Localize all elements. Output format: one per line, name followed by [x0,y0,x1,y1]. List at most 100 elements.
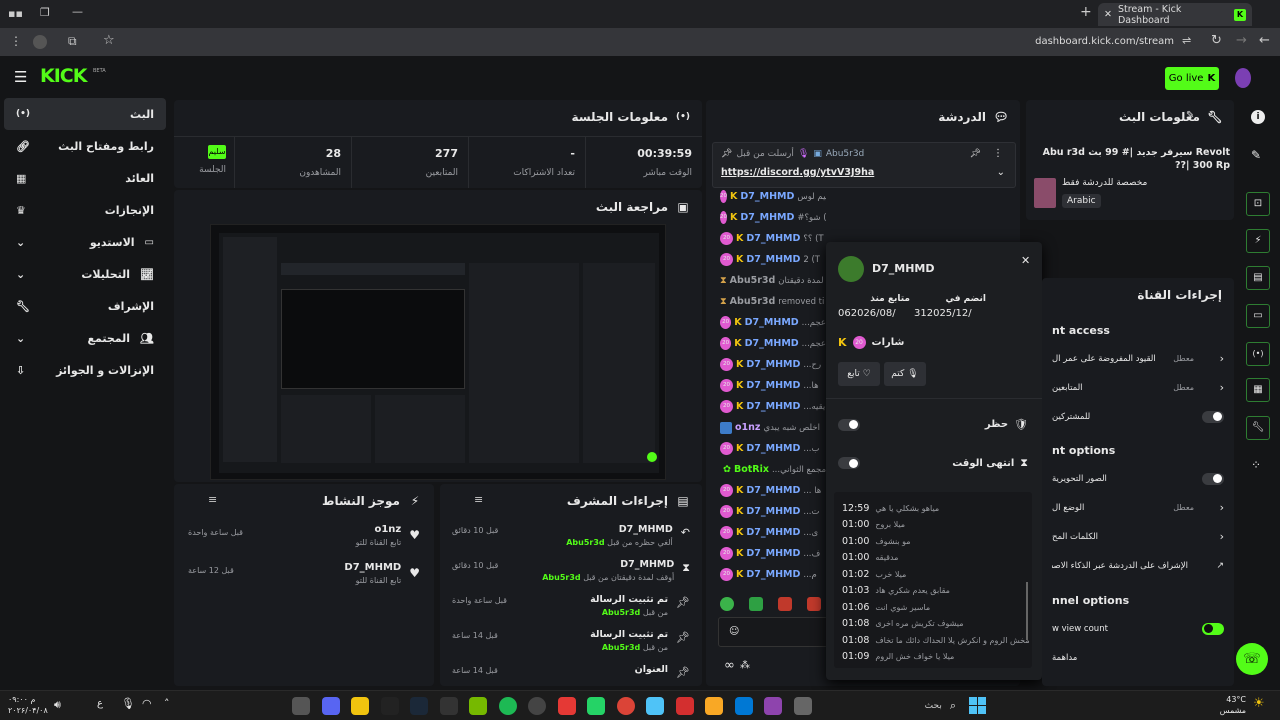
sidebar-item-moderation[interactable]: الإشراف 🔧︎ [4,290,166,322]
close-icon[interactable]: ✕ [1021,254,1030,267]
app-icon[interactable] [439,697,458,715]
chat-username[interactable]: D7_MHMD [745,317,799,328]
chevron-down-icon[interactable]: ⌄ [997,167,1005,178]
windows-start-icon[interactable] [969,697,986,714]
chevron-up-icon[interactable]: ˄ [164,697,170,710]
taskview-icon[interactable] [793,697,812,715]
channel-setting-row[interactable]: الصور التحويرية [1042,464,1234,493]
chat-username[interactable]: D7_MHMD [746,569,800,580]
nvidia-icon[interactable] [469,697,487,715]
kebab-icon[interactable]: ⋮ [10,34,22,48]
history-scrollbar[interactable] [1026,582,1028,640]
setting-toggle[interactable] [1202,622,1224,635]
chevron-right-icon[interactable]: › [1220,381,1224,394]
chat-username[interactable]: Abu5r3d [730,296,776,307]
channel-setting-row[interactable]: للمشتركين [1042,402,1234,431]
mod-action-by[interactable]: Abu5r3d [566,538,604,547]
sidebar-item-analytics[interactable]: 📈︎ التحليلات ⌄ [4,258,166,290]
more-icon[interactable]: ⁘ [1251,458,1261,472]
unpin-icon[interactable]: 📌︎ [970,149,981,159]
app-icon[interactable] [557,697,576,715]
mute-button[interactable]: كتم 🎙︎ [884,362,926,386]
copilot-icon[interactable] [764,697,782,715]
chat-message[interactable]: 20 K D7_MHMD ؟؟ (T [706,228,826,249]
app-icon[interactable] [675,697,694,715]
chat-username[interactable]: D7_MHMD [746,380,800,391]
chat-username[interactable]: D7_MHMD [740,212,794,223]
edit-icon[interactable]: ✎ [1186,110,1194,121]
hamburger-icon[interactable]: ☰ [14,68,27,86]
chat-username[interactable]: D7_MHMD [740,191,794,202]
emote-icon[interactable] [749,597,763,611]
chat-message[interactable]: ✿ BotRix ...مجمع الثواني [706,459,826,480]
chat-username[interactable]: D7_MHMD [746,401,800,412]
users-icon[interactable]: ⁂ [740,660,750,671]
chat-username[interactable]: D7_MHMD [746,359,800,370]
speaker-icon[interactable]: 🔊︎ [54,698,61,712]
chat-username[interactable]: BotRix [734,464,769,475]
app-icon[interactable] [292,697,310,715]
close-tab-icon[interactable]: ✕ [1104,9,1112,20]
chat-message[interactable]: 20 K D7_MHMD ...ف [706,543,826,564]
chat-input[interactable]: ☺ [718,617,828,647]
wifi-icon[interactable]: ◠ [142,697,152,710]
chevron-right-icon[interactable]: › [1220,352,1224,365]
chat-username[interactable]: D7_MHMD [746,548,800,559]
chat-message[interactable]: ⧗ Abu5r3d removed ti [706,291,826,312]
app-icon[interactable] [351,697,369,715]
chevron-right-icon[interactable]: › [1220,501,1224,514]
document-icon[interactable]: ▤ [1246,266,1270,290]
sidebar-item-revenue[interactable]: العائد ▦ [4,162,166,194]
chat-message[interactable]: 20KD7_MHMDياهدولا عليم لوس (Timed out) [706,186,826,207]
chat-message[interactable]: 20 K D7_MHMD ...يقيه [706,396,826,417]
forward-icon[interactable]: → [1236,33,1247,48]
bolt-icon[interactable]: ⚡︎ [1246,229,1270,253]
channel-setting-row[interactable]: القيود المفروضة على عمر ال معطل › [1042,344,1234,373]
chat-username[interactable]: D7_MHMD [746,527,800,538]
new-tab-button[interactable]: + [1080,4,1092,20]
app-icon[interactable] [646,697,664,715]
spotify-icon[interactable] [498,697,517,715]
wrench-icon[interactable]: 🔧︎ [1246,416,1270,440]
chevron-right-icon[interactable]: › [1220,530,1224,543]
external-link-icon[interactable]: ↗ [1216,561,1224,571]
taskbar-search[interactable]: بحث ⌕ [820,695,960,717]
chat-message[interactable]: ⧗Abu5r3dأوقف لمدة دقيقتان D7 [706,270,826,291]
setting-toggle[interactable] [1202,472,1224,485]
chat-username[interactable]: D7_MHMD [746,443,800,454]
chat-message[interactable]: 20 K D7_MHMD ...عجم [706,333,826,354]
chat-message[interactable]: 20 K D7_MHMD ...م [706,564,826,585]
chat-message[interactable]: 20KD7_MHMD#شو؟ (Timed out) [706,207,826,228]
app-icon[interactable] [528,697,546,715]
chat-username[interactable]: D7_MHMD [746,233,800,244]
mic-icon[interactable]: 🎙︎ [121,697,135,710]
chat-message[interactable]: 20 K D7_MHMD... ها [706,480,826,501]
chat-message[interactable]: 20 K D7_MHMD ...عجم [706,312,826,333]
avatar[interactable] [1235,68,1251,88]
screenshot-icon[interactable]: ⊡ [1246,192,1270,216]
mod-action-by[interactable]: Abu5r3d [542,573,580,582]
channel-setting-row[interactable]: الكلمات المح › [1042,522,1234,551]
chat-message[interactable]: 20 K D7_MHMD 2 (T [706,249,826,270]
chat-bubble-icon[interactable]: ▭ [1246,304,1270,328]
sun-icon[interactable]: ☀ [1253,696,1265,711]
reload-icon[interactable]: ↻ [1211,33,1222,48]
chat-message[interactable]: 20 K D7_MHMD ...رح [706,354,826,375]
restore-icon[interactable]: ❐ [40,6,50,19]
steam-icon[interactable] [410,697,428,715]
channel-setting-row[interactable]: الوضع ال معطل › [1042,493,1234,522]
ban-toggle[interactable] [838,418,860,431]
channel-setting-row[interactable]: المتابعين معطل › [1042,373,1234,402]
minimize-icon[interactable]: — [72,5,83,18]
browser-menu-icon[interactable]: ▪▪ [8,7,23,20]
sidebar-item-drops[interactable]: الإنزالات و الجوائز ⇩ [4,354,166,386]
app-icon[interactable] [380,697,399,715]
pinned-message[interactable]: 📌︎ أرسلت من قبل 🎙︎ ▣ Abu5r3d 📌︎ ⋮ https:… [712,142,1016,188]
emote-icon[interactable] [720,597,734,611]
filter-icon[interactable]: ≡ [208,493,217,506]
emote-icon[interactable] [807,597,821,611]
browser-tab[interactable]: ✕ Stream - Kick Dashboard K [1098,3,1252,26]
language-indicator[interactable]: ع [97,698,103,709]
chrome-icon[interactable] [616,697,635,715]
chat-username[interactable]: o1nz [735,422,760,433]
